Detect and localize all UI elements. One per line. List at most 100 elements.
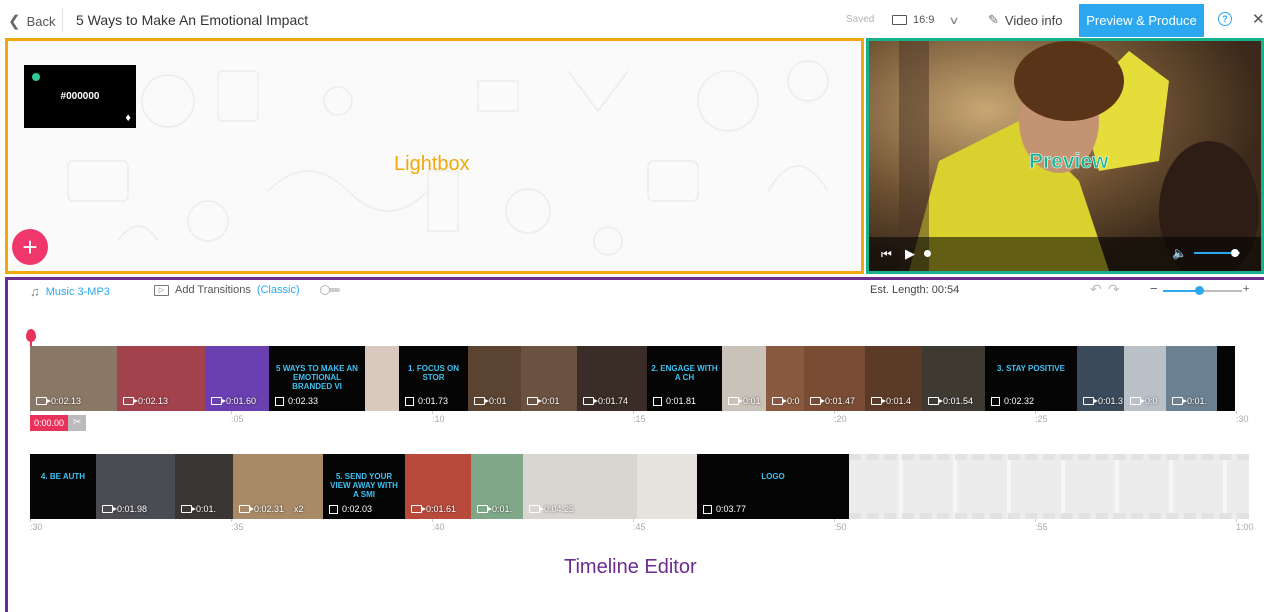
play-icon[interactable]: ▶: [905, 246, 915, 262]
clip-duration: 0:01: [743, 396, 761, 406]
zoom-slider-handle[interactable]: [1195, 286, 1204, 295]
ruler-tick: :05: [231, 411, 244, 424]
ruler-tick: :30: [1236, 411, 1249, 424]
back-button[interactable]: ❮ Back: [8, 12, 55, 30]
video-clip[interactable]: 0:01.3: [1077, 346, 1124, 411]
video-clip[interactable]: 0:01: [468, 346, 521, 411]
clip-duration-badge: 0:01.: [1172, 396, 1207, 406]
clip-duration-badge: 0:02.32: [991, 396, 1034, 406]
camera-icon: [527, 397, 542, 405]
clip-duration-badge: 0:02.31 x2: [239, 504, 304, 514]
clip-duration: 0:02.31: [254, 504, 285, 514]
project-title[interactable]: 5 Ways to Make An Emotional Impact: [76, 12, 308, 28]
clip-duration-badge: 0:01.3: [1083, 396, 1123, 406]
paint-bucket-icon[interactable]: ♦: [125, 112, 131, 124]
title-clip[interactable]: [1217, 346, 1235, 411]
zoom-out-icon[interactable]: −: [1150, 281, 1158, 296]
title-clip[interactable]: 2. ENGAGE WITH A CH 0:01.81: [647, 346, 722, 411]
clip-duration: 0:01.98: [117, 504, 148, 514]
camera-icon: [239, 505, 254, 513]
video-clip[interactable]: [365, 346, 399, 411]
camera-icon: [772, 397, 787, 405]
title-clip[interactable]: 5 WAYS TO MAKE AN EMOTIONAL BRANDED VI 0:…: [269, 346, 365, 411]
clip-duration: 0:01.60: [226, 396, 257, 406]
add-transitions-control[interactable]: ▷ Add Transitions (Classic): [154, 284, 340, 296]
clip-duration: 0:01.73: [418, 396, 449, 406]
aspect-ratio-dropdown[interactable]: 16:9 ∨: [892, 11, 961, 29]
zoom-in-icon[interactable]: +: [1243, 283, 1249, 295]
back-label: Back: [26, 14, 56, 29]
title-clip[interactable]: 1. FOCUS ON STOR 0:01.73: [399, 346, 468, 411]
camera-icon: [36, 397, 51, 405]
video-info-label: Video info: [1004, 12, 1063, 28]
video-clip[interactable]: 0:02.13: [117, 346, 205, 411]
video-clip[interactable]: 0:01.: [471, 454, 523, 519]
add-media-button[interactable]: +: [12, 229, 48, 265]
ruler-tick: :30: [30, 519, 43, 532]
clip-duration: 0:01.3: [1098, 396, 1124, 406]
video-clip[interactable]: 0:01.4: [865, 346, 922, 411]
ruler-tick: :40: [432, 519, 445, 532]
clip-duration: 0:01: [542, 396, 560, 406]
image-icon: [703, 504, 712, 514]
video-clip[interactable]: [637, 454, 697, 519]
video-clip[interactable]: 0:01.: [175, 454, 233, 519]
video-clip[interactable]: 0:01: [722, 346, 766, 411]
video-clip[interactable]: 0:01.74: [577, 346, 647, 411]
video-clip[interactable]: 0:02.31 x2: [233, 454, 323, 519]
clip-duration-badge: 0:02.33: [275, 396, 318, 406]
scrubber-handle[interactable]: [924, 250, 931, 257]
close-icon[interactable]: ✕: [1252, 10, 1264, 28]
speed-multiplier: x2: [294, 504, 304, 514]
ruler-tick: :20: [834, 411, 847, 424]
video-clip[interactable]: 0:01.98: [96, 454, 175, 519]
title-clip[interactable]: 3. STAY POSITIVE 0:02.32: [985, 346, 1077, 411]
clip-duration: 0:0: [787, 396, 800, 406]
clip-duration: 0:02.13: [138, 396, 169, 406]
image-icon: [653, 396, 662, 406]
clip-duration-badge: 0:01.: [477, 504, 512, 514]
clip-duration-badge: 0:02.13: [36, 396, 81, 406]
question-icon[interactable]: ?: [1218, 12, 1232, 26]
clip-duration: 0:04.25: [544, 504, 575, 514]
redo-icon[interactable]: ↷: [1108, 281, 1120, 298]
video-info-button[interactable]: ✎ Video info: [988, 12, 1063, 28]
clip-duration-badge: 0:01.73: [405, 396, 448, 406]
clip-duration: 0:02.33: [288, 396, 319, 406]
volume-icon[interactable]: 🔈: [1172, 246, 1187, 260]
title-clip[interactable]: 5. SEND YOUR VIEW AWAY WITH A SMI 0:02.03: [323, 454, 405, 519]
video-clip[interactable]: 0:01.47: [804, 346, 865, 411]
empty-slot[interactable]: [849, 454, 1249, 519]
video-clip[interactable]: 0:01.54: [922, 346, 985, 411]
camera-icon: [181, 505, 196, 513]
clip-duration-badge: 0:01.4: [871, 396, 911, 406]
video-clip[interactable]: 0:0: [1124, 346, 1166, 411]
video-clip[interactable]: 0:01.: [1166, 346, 1217, 411]
color-background-tile[interactable]: #000000 ♦: [24, 65, 136, 128]
clip-duration-badge: 0:03.77: [703, 504, 746, 514]
clip-duration: 0:02.32: [1004, 396, 1035, 406]
video-clip[interactable]: 0:01: [521, 346, 577, 411]
clip-duration-badge: 0:01.47: [810, 396, 855, 406]
volume-slider-handle[interactable]: [1231, 249, 1239, 257]
clip-duration-badge: 0:01.: [181, 504, 216, 514]
transitions-toggle[interactable]: [319, 285, 340, 295]
video-clip[interactable]: 0:02.13: [30, 346, 117, 411]
video-clip[interactable]: 0:01.60: [205, 346, 269, 411]
clip-title-text: LOGO: [761, 472, 785, 481]
chevron-down-icon: ∨: [948, 14, 961, 27]
preview-produce-button[interactable]: Preview & Produce: [1079, 4, 1204, 37]
music-track-button[interactable]: ♫ Music 3-MP3: [30, 284, 110, 299]
video-clip[interactable]: 0:04.25: [523, 454, 637, 519]
pencil-icon: ✎: [988, 12, 999, 27]
video-clip[interactable]: 0:01.61: [405, 454, 471, 519]
undo-icon[interactable]: ↶: [1090, 281, 1102, 298]
title-clip[interactable]: 4. BE AUTH: [30, 454, 96, 519]
camera-icon: [810, 397, 825, 405]
transitions-mode-link[interactable]: (Classic): [257, 284, 300, 296]
title-clip[interactable]: LOGO 0:03.77: [697, 454, 849, 519]
ruler-tick: :35: [231, 519, 244, 532]
video-clip[interactable]: 0:0: [766, 346, 804, 411]
skip-back-icon[interactable]: ⏮: [881, 247, 892, 262]
add-transitions-label: Add Transitions: [175, 284, 251, 296]
